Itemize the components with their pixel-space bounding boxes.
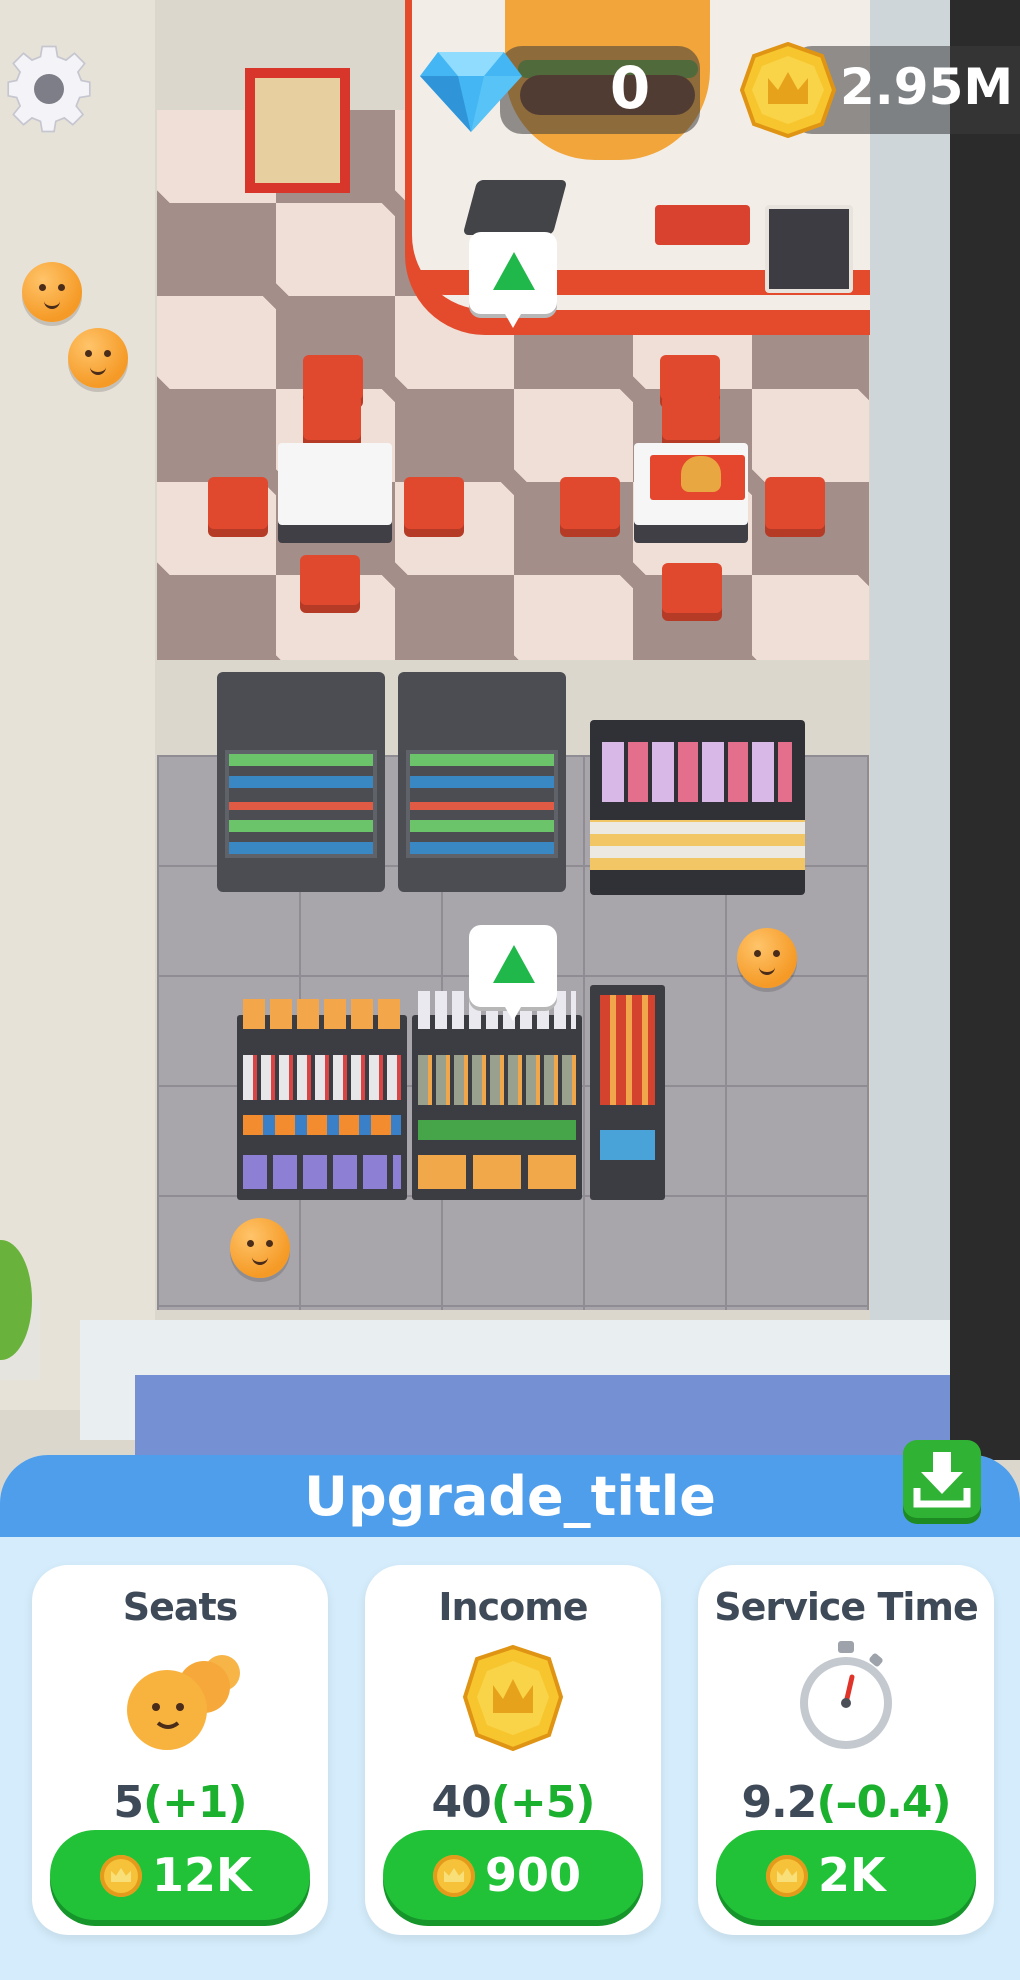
chair: [404, 477, 464, 529]
buy-price: 900: [485, 1848, 582, 1902]
gem-count: 0: [609, 54, 651, 122]
cash-register: [462, 180, 568, 235]
chair: [300, 555, 360, 605]
service-time-buy-button[interactable]: 2K: [716, 1830, 976, 1920]
upgrade-arrow-bubble[interactable]: [469, 232, 557, 328]
card-delta: (+5): [490, 1777, 596, 1828]
crown-coin-icon: [462, 1643, 564, 1753]
counter-tray-box: [655, 205, 750, 245]
crown-coin-icon: [739, 41, 837, 139]
shelf-crates: [418, 1155, 576, 1189]
fridge-cans: [406, 750, 558, 858]
customer-faces-icon: [122, 1645, 252, 1755]
grocery-shelf[interactable]: [412, 991, 582, 1200]
shelf-jars: [418, 1055, 576, 1105]
customer-face: [22, 262, 82, 322]
download-arrow-icon: [913, 1452, 971, 1508]
crown-coin-icon: [433, 1855, 475, 1897]
grocery-shelf[interactable]: [237, 999, 407, 1200]
shelf-green-items: [418, 1120, 576, 1140]
chair: [662, 395, 720, 440]
crown-coin-icon: [766, 1855, 808, 1897]
dining-table[interactable]: [278, 443, 392, 525]
income-buy-button[interactable]: 900: [383, 1830, 643, 1920]
shelf-boxes: [243, 999, 401, 1029]
upgrade-panel-title: Upgrade_title: [304, 1465, 716, 1528]
seats-upgrade-card: Seats 5(+1) 12K: [32, 1565, 328, 1935]
blue-floor: [135, 1375, 950, 1455]
up-arrow-icon: [493, 945, 535, 983]
shelf-snacks: [243, 1115, 401, 1135]
card-title: Income: [438, 1585, 588, 1629]
chair: [660, 355, 720, 400]
shelf-bottles: [243, 1055, 401, 1100]
upgrade-arrow-bubble[interactable]: [469, 925, 557, 1021]
seats-buy-button[interactable]: 12K: [50, 1830, 310, 1920]
gear-icon: [7, 45, 91, 133]
left-wall: [0, 0, 155, 1410]
card-value-line: 5(+1): [32, 1777, 328, 1828]
buy-price: 12K: [152, 1848, 252, 1902]
right-wall: [870, 0, 950, 1440]
wall-picture-frame: [245, 68, 350, 193]
buy-price: 2K: [818, 1848, 886, 1902]
service-time-upgrade-card: Service Time 9.2(–0.4) 2K: [698, 1565, 994, 1935]
gem-counter: 0: [500, 46, 700, 134]
settings-button[interactable]: [0, 40, 98, 138]
card-title: Service Time: [714, 1585, 979, 1629]
chair: [208, 477, 268, 529]
hotdog-shelf[interactable]: [590, 985, 665, 1200]
customer-face: [737, 928, 797, 988]
card-title: Seats: [122, 1585, 239, 1629]
ice-cream-tubs: [602, 742, 792, 802]
card-value-line: 9.2(–0.4): [698, 1777, 994, 1828]
hotdog-display: [600, 995, 655, 1105]
chair: [765, 477, 825, 529]
customer-face: [68, 328, 128, 388]
chair: [560, 477, 620, 529]
drinks-fridge[interactable]: [217, 672, 385, 892]
up-arrow-icon: [493, 252, 535, 290]
income-upgrade-card: Income 40(+5) 900: [365, 1565, 661, 1935]
freezer-front: [590, 820, 805, 870]
card-delta: (+1): [142, 1777, 248, 1828]
crown-coin-icon: [100, 1855, 142, 1897]
coin-count: 2.95M: [840, 58, 1014, 116]
drinks-fridge[interactable]: [398, 672, 566, 892]
outer-wall: [950, 0, 1020, 1460]
fridge-cans: [225, 750, 377, 858]
card-value: 40: [431, 1777, 492, 1828]
upgrade-panel: Upgrade_title Seats 5(+1) 12K Income 40(…: [0, 1455, 1020, 1980]
collapse-panel-button[interactable]: [903, 1440, 981, 1518]
diamond-icon: [418, 46, 524, 134]
card-value: 9.2: [741, 1777, 817, 1828]
shelf-cans: [600, 1130, 655, 1160]
ice-cream-freezer[interactable]: [590, 720, 805, 895]
card-delta: (–0.4): [816, 1777, 951, 1828]
burger-icon: [681, 456, 721, 492]
card-value-line: 40(+5): [365, 1777, 661, 1828]
shelf-cereal: [243, 1155, 401, 1189]
stopwatch-icon: [796, 1639, 896, 1755]
customer-face: [230, 1218, 290, 1278]
card-value: 5: [113, 1777, 144, 1828]
chair: [303, 355, 363, 400]
chair: [303, 395, 361, 440]
menu-board: [765, 205, 853, 293]
chair: [662, 563, 722, 613]
